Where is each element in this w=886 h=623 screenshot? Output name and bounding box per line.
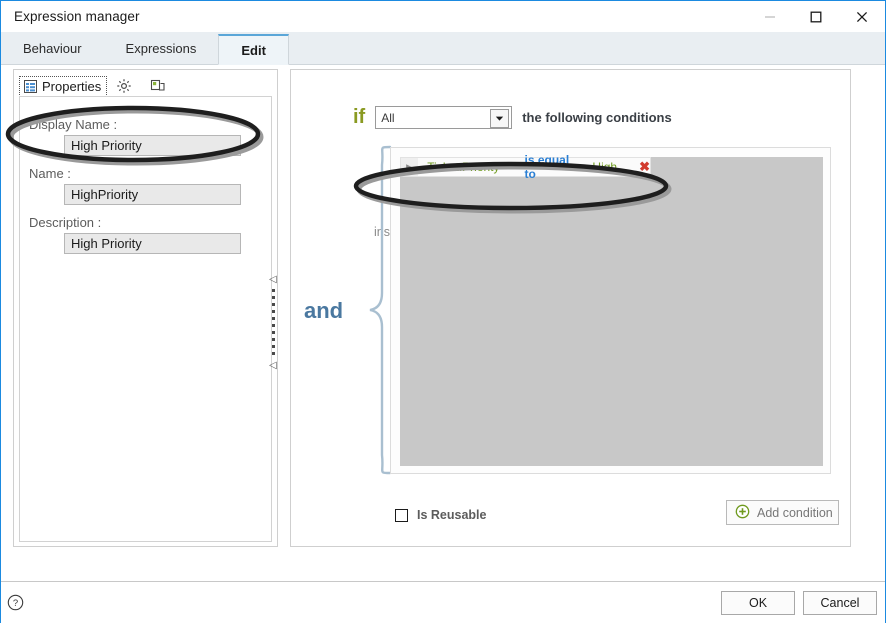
name-input[interactable]: [64, 184, 241, 205]
conditions-list-frame: ▶ Ticket.Priority is equal to High ✖: [390, 147, 831, 474]
tab-strip: Behaviour Expressions Edit: [1, 32, 885, 65]
window-title: Expression manager: [14, 9, 140, 24]
tab-edit[interactable]: Edit: [218, 34, 289, 65]
plus-circle-icon: [735, 504, 750, 522]
properties-tab-label: Properties: [42, 78, 102, 94]
tab-behaviour[interactable]: Behaviour: [1, 33, 104, 64]
window-controls: [747, 1, 885, 32]
svg-text:?: ?: [13, 598, 18, 609]
properties-panel: Properties Display Name: High Priority …: [13, 69, 278, 547]
if-row: if All the following conditions: [353, 106, 672, 129]
ok-button[interactable]: OK: [721, 591, 795, 615]
cancel-button[interactable]: Cancel: [803, 591, 877, 615]
duplicate-icon[interactable]: [141, 76, 175, 97]
delete-condition-icon[interactable]: ✖: [639, 159, 650, 175]
maximize-button[interactable]: [793, 1, 839, 32]
group-brace: [366, 145, 392, 475]
condition-operator[interactable]: is equal to: [525, 153, 579, 181]
conditions-list-area[interactable]: ▶ Ticket.Priority is equal to High ✖: [400, 153, 823, 466]
is-reusable-label: Is Reusable: [417, 508, 487, 522]
splitter-grip[interactable]: [272, 289, 275, 357]
help-icon[interactable]: ?: [7, 594, 24, 614]
name-label: Name :: [29, 166, 71, 181]
dialog-footer: ? OK Cancel: [1, 581, 885, 623]
minimize-button[interactable]: [747, 1, 793, 32]
close-button[interactable]: [839, 1, 885, 32]
splitter-collapse-up-icon[interactable]: ◁: [269, 275, 277, 285]
properties-toolbar: Properties: [19, 75, 175, 97]
tab-expressions[interactable]: Expressions: [104, 33, 219, 64]
match-mode-dropdown[interactable]: All: [375, 106, 513, 129]
condition-field[interactable]: Ticket.Priority: [427, 160, 499, 174]
description-label: Description :: [29, 215, 102, 230]
gear-icon[interactable]: [107, 76, 141, 97]
condition-value[interactable]: High: [592, 160, 617, 174]
conditions-panel: if All the following conditions insert i…: [290, 69, 851, 547]
title-bar: Expression manager: [1, 1, 885, 32]
if-keyword: if: [353, 106, 366, 128]
match-mode-value: All: [381, 110, 395, 125]
is-reusable-checkbox[interactable]: [395, 508, 408, 522]
edit-tab-content: Properties Display Name: High Priority …: [1, 65, 885, 581]
following-conditions-label: the following conditions: [522, 110, 672, 125]
chevron-down-icon[interactable]: [490, 109, 510, 128]
display-name-input[interactable]: [64, 135, 241, 156]
condition-row[interactable]: ▶ Ticket.Priority is equal to High ✖: [400, 153, 651, 181]
properties-fields: Display Name : Name : Description :: [19, 96, 272, 542]
add-condition-label: Add condition: [757, 505, 833, 520]
description-input[interactable]: [64, 233, 241, 254]
group-operator-label: and: [304, 298, 344, 323]
grid-icon: [24, 79, 37, 93]
expression-manager-window: Expression manager Behaviour Expressions…: [0, 0, 886, 623]
expander-icon[interactable]: ▶: [401, 158, 419, 176]
properties-tab[interactable]: Properties: [19, 75, 108, 97]
panel-splitter[interactable]: ◁ ◁: [265, 265, 281, 385]
is-reusable-row[interactable]: Is Reusable: [395, 508, 486, 522]
add-condition-button[interactable]: Add condition: [726, 500, 839, 525]
display-name-label: Display Name :: [29, 117, 118, 132]
splitter-collapse-down-icon[interactable]: ◁: [269, 361, 277, 371]
